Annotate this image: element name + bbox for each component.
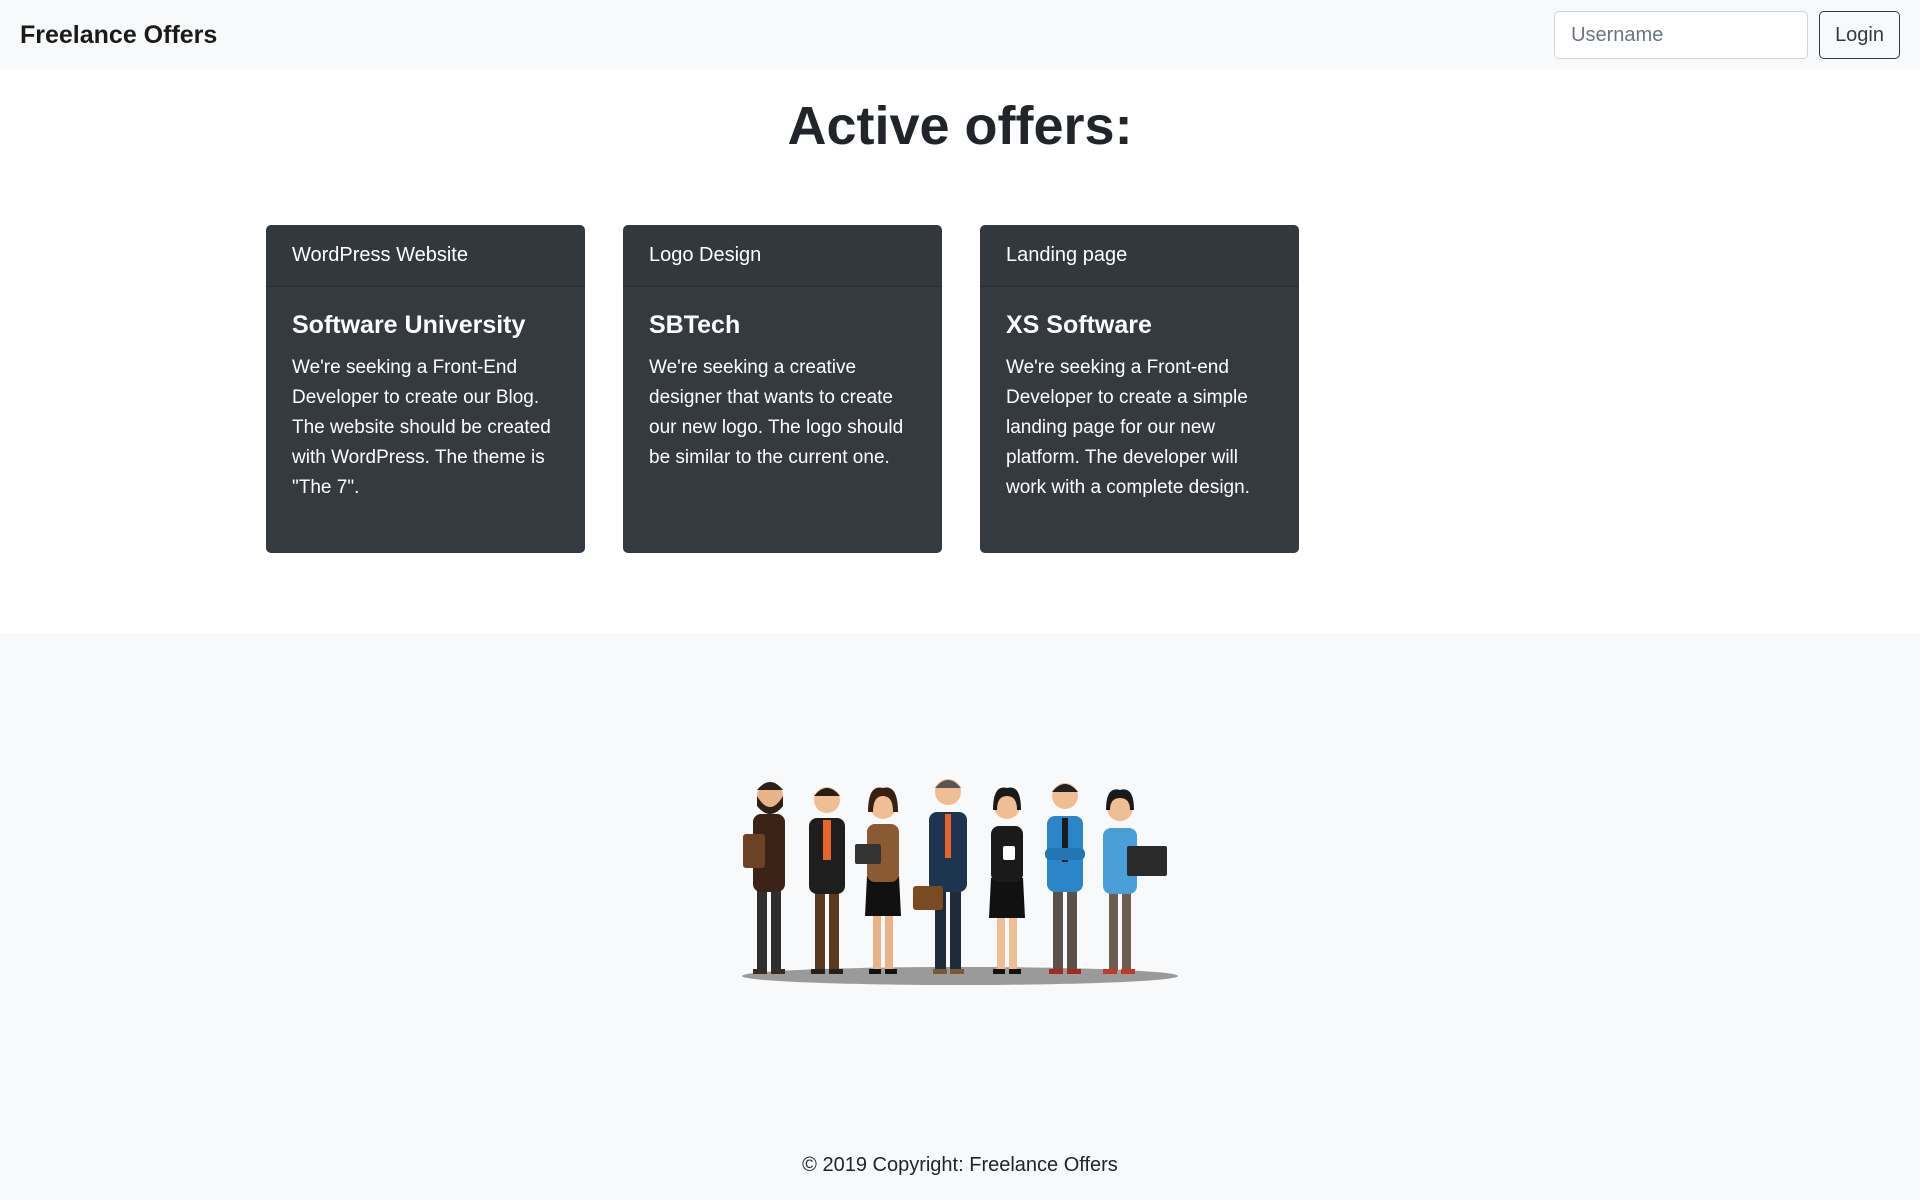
offer-company: Software University bbox=[292, 311, 526, 339]
footer: © 2019 Copyright: Freelance Offers bbox=[0, 633, 1920, 1200]
offer-category: Landing page bbox=[980, 225, 1299, 287]
offer-description: We're seeking a Front-end Developer to c… bbox=[1006, 357, 1250, 498]
navbar: Freelance Offers Login bbox=[0, 0, 1920, 70]
offer-card[interactable]: Logo Design SBTech We're seeking a creat… bbox=[623, 225, 942, 553]
login-form: Login bbox=[1554, 11, 1900, 59]
offer-description: We're seeking a Front-End Developer to c… bbox=[292, 357, 551, 498]
offer-description: We're seeking a creative designer that w… bbox=[649, 357, 904, 468]
offer-company: XS Software bbox=[1006, 311, 1152, 339]
offer-category: WordPress Website bbox=[266, 225, 585, 287]
username-input[interactable] bbox=[1554, 11, 1809, 59]
offer-body: XS Software We're seeking a Front-end De… bbox=[980, 287, 1299, 527]
team-people-illustration bbox=[742, 779, 1178, 985]
page-title: Active offers: bbox=[787, 96, 1133, 156]
copyright-text: © 2019 Copyright: Freelance Offers bbox=[802, 1154, 1118, 1176]
offers-list: WordPress Website Software University We… bbox=[266, 225, 1299, 553]
offer-card[interactable]: Landing page XS Software We're seeking a… bbox=[980, 225, 1299, 553]
offer-body: Software University We're seeking a Fron… bbox=[266, 287, 585, 527]
offer-category: Logo Design bbox=[623, 225, 942, 287]
brand-link[interactable]: Freelance Offers bbox=[20, 21, 217, 50]
offer-company: SBTech bbox=[649, 311, 741, 339]
login-button[interactable]: Login bbox=[1819, 11, 1900, 59]
offer-body: SBTech We're seeking a creative designer… bbox=[623, 287, 942, 497]
offer-card[interactable]: WordPress Website Software University We… bbox=[266, 225, 585, 553]
